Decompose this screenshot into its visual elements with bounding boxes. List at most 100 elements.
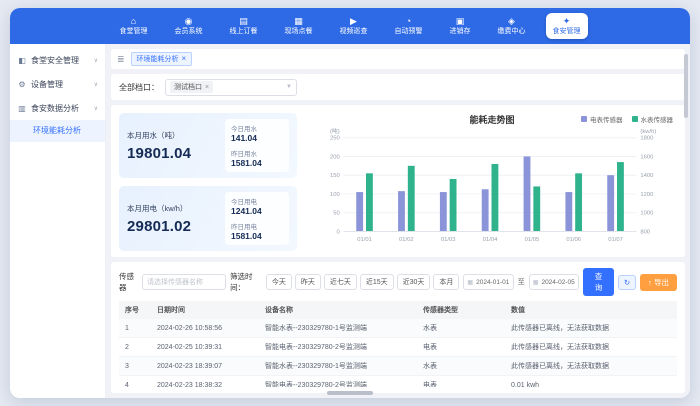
table-cell: 智能电表--230329780-2号监测端	[259, 376, 417, 388]
svg-text:01/07: 01/07	[608, 237, 623, 243]
auto-alert-icon: ◔	[403, 15, 415, 27]
reset-button[interactable]: ↻	[618, 275, 636, 290]
stall-selected-tag: 测试档口 ×	[170, 81, 213, 93]
svg-text:800: 800	[640, 229, 651, 235]
legend-label: 水表传感器	[641, 114, 674, 124]
svg-text:(吨): (吨)	[330, 127, 340, 135]
table-row[interactable]: 42024-02-23 18:38:32智能电表--230329780-2号监测…	[119, 376, 677, 388]
calendar-icon: ▦	[533, 279, 539, 286]
top-nav: ⌂食堂管理 ◉会员系统 ▤线上订餐 ▦现场点餐 ▶视频巡查 ◔自动预警 ▣进销存 ◈缴费中心 ✦…	[10, 8, 690, 44]
time-filter-button[interactable]: 近30天	[397, 274, 431, 290]
nav-item-label: 缴费中心	[498, 28, 526, 36]
electric-stat-value: 29801.02	[127, 218, 219, 235]
tab-label: 环境能耗分析	[137, 54, 179, 64]
close-icon[interactable]: ×	[182, 55, 187, 63]
legend-item[interactable]: 水表传感器	[632, 114, 674, 124]
nav-item-online-order[interactable]: ▤线上订餐	[223, 13, 265, 38]
tab-env-energy[interactable]: 环境能耗分析 ×	[131, 52, 193, 66]
nav-item-label: 食安管理	[553, 28, 581, 36]
chart-legend: 电表传感器 水表传感器	[581, 114, 673, 124]
nav-item-inventory[interactable]: ▣进销存	[443, 13, 478, 38]
search-button[interactable]: 查询	[583, 268, 614, 296]
time-filter-button[interactable]: 昨天	[295, 274, 321, 290]
table-cell: 水表	[417, 357, 505, 376]
table-cell: 电表	[417, 376, 505, 388]
table-row[interactable]: 12024-02-26 10:58:56智能水表--230329780-1号监测…	[119, 319, 677, 338]
tag-close-icon[interactable]: ×	[205, 84, 209, 91]
nav-item-label: 视频巡查	[340, 28, 368, 36]
nav-item-label: 现场点餐	[285, 28, 313, 36]
energy-overview-card: 本月用水（吨） 19801.04 今日用水 141.04 昨日用水 1581.0…	[111, 105, 685, 257]
sidebar-item-label: 设备管理	[31, 79, 90, 90]
online-order-icon: ▤	[238, 15, 250, 27]
table-cell: 3	[119, 357, 151, 376]
sensor-label: 传感器	[119, 271, 138, 293]
sidebar-item[interactable]: ◧食堂安全管理∨	[10, 48, 105, 72]
table-cell: 此传感器已离线，无法获取数据	[505, 319, 677, 338]
time-filter-buttons: 今天昨天近七天近15天近30天本月	[266, 274, 460, 290]
time-filter-button[interactable]: 本月	[433, 274, 459, 290]
horizontal-scrollbar[interactable]	[327, 391, 373, 395]
vertical-scrollbar[interactable]	[684, 54, 688, 118]
sidebar: ◧ 食堂安全管理 ∨⚙ 设备管理 ∨▥食安数据分析∨环境能耗分析	[10, 44, 106, 398]
menu-icon[interactable]: ≣	[117, 54, 125, 65]
electric-stat-card: 本月用电（kw/h） 29801.02 今日用电 1241.04 昨日用电 15…	[119, 186, 297, 251]
sidebar-item[interactable]: ⚙ 设备管理 ∨	[10, 72, 105, 96]
nav-item-food-safety[interactable]: ✦食安管理	[546, 13, 588, 38]
nav-item-video-patrol[interactable]: ▶视频巡查	[333, 13, 375, 38]
table-row[interactable]: 32024-02-23 18:39:07智能水表--230329780-1号监测…	[119, 357, 677, 376]
time-filter-button[interactable]: 今天	[266, 274, 292, 290]
water-stat-card: 本月用水（吨） 19801.04 今日用水 141.04 昨日用水 1581.0…	[119, 113, 297, 178]
refresh-icon: ↻	[624, 278, 630, 287]
nav-item-label: 会员系统	[175, 28, 203, 36]
svg-text:1800: 1800	[640, 136, 654, 142]
onsite-order-icon: ▦	[293, 15, 305, 27]
table-header-cell: 日期时间	[151, 301, 259, 319]
time-filter-button[interactable]: 近七天	[324, 274, 357, 290]
nav-item-canteen-manage[interactable]: ⌂食堂管理	[113, 13, 155, 38]
svg-text:01/01: 01/01	[357, 237, 372, 243]
table-cell: 4	[119, 376, 151, 388]
table-cell: 2	[119, 338, 151, 357]
end-date-picker[interactable]: ▦ 2024-02-05	[529, 274, 579, 290]
table-row[interactable]: 22024-02-25 10:39:31智能电表--230329780-2号监测…	[119, 338, 677, 357]
legend-item[interactable]: 电表传感器	[581, 114, 623, 124]
table-cell: 0.01 kwh	[505, 376, 677, 388]
time-filter-label: 筛选时间：	[230, 271, 262, 293]
chevron-down-icon: ∨	[94, 81, 98, 88]
svg-text:1400: 1400	[640, 173, 654, 179]
electric-stat-title: 本月用电（kw/h）	[127, 203, 219, 214]
sidebar-item-label: 食安数据分析	[31, 103, 90, 114]
export-button[interactable]: ↑ 导出	[640, 274, 677, 291]
sensor-input[interactable]	[142, 274, 226, 290]
canteen-manage-icon: ⌂	[128, 15, 140, 27]
table-cell: 2024-02-25 10:39:31	[151, 338, 259, 357]
svg-text:150: 150	[330, 173, 341, 179]
nav-item-payment-center[interactable]: ◈缴费中心	[491, 13, 533, 38]
member-system-icon: ◉	[183, 15, 195, 27]
table-cell: 智能电表--230329780-2号监测端	[259, 338, 417, 357]
time-filter-button[interactable]: 近15天	[360, 274, 394, 290]
date-separator: 至	[518, 277, 525, 287]
table-cell: 智能水表--230329780-1号监测端	[259, 357, 417, 376]
nav-item-auto-alert[interactable]: ◔自动预警	[388, 13, 430, 38]
sidebar-item-label: 食堂安全管理	[31, 55, 90, 66]
stall-filter-bar: 全部档口： 测试档口 × ▼	[111, 74, 685, 100]
svg-text:1600: 1600	[640, 154, 654, 160]
legend-swatch	[581, 116, 587, 122]
sidebar-subitem[interactable]: 环境能耗分析	[10, 120, 105, 142]
device-manage-icon: ⚙	[17, 80, 27, 89]
food-safety-icon: ✦	[561, 15, 573, 27]
canteen-safety-icon: ◧	[17, 56, 27, 65]
sidebar-item[interactable]: ▥食安数据分析∨	[10, 96, 105, 120]
water-stat-title: 本月用水（吨）	[127, 130, 219, 141]
water-stat-side: 今日用水 141.04 昨日用水 1581.04	[225, 119, 289, 172]
start-date-picker[interactable]: ▦ 2024-01-01	[463, 274, 513, 290]
stall-select[interactable]: 测试档口 × ▼	[165, 79, 297, 96]
nav-item-onsite-order[interactable]: ▦现场点餐	[278, 13, 320, 38]
legend-swatch	[632, 116, 638, 122]
records-table-wrap: 序号日期时间设备名称传感器类型数值 12024-02-26 10:58:56智能…	[119, 301, 677, 387]
nav-item-member-system[interactable]: ◉会员系统	[168, 13, 210, 38]
table-header-cell: 传感器类型	[417, 301, 505, 319]
table-cell: 此传感器已离线，无法获取数据	[505, 338, 677, 357]
